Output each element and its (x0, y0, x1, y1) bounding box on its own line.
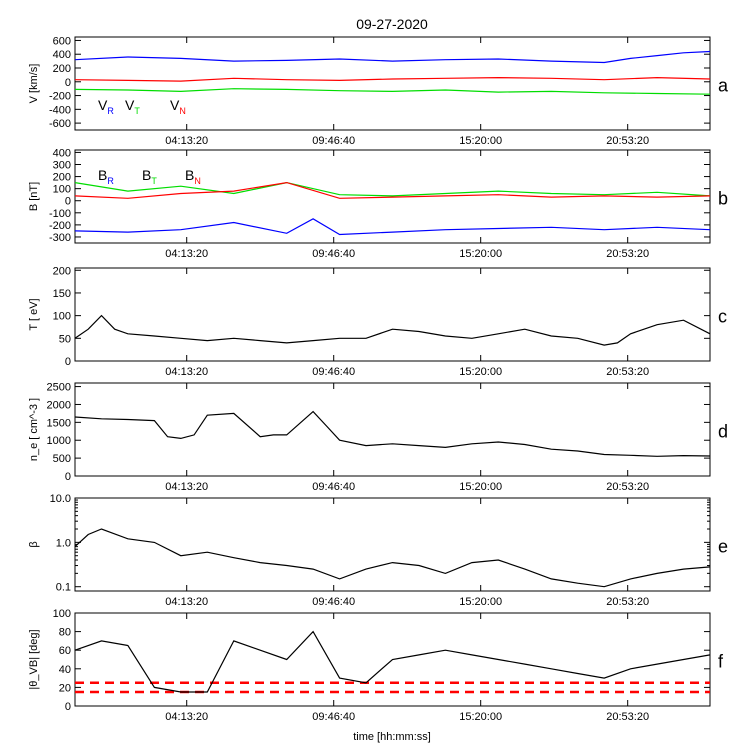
y-tick-label: 400 (53, 49, 71, 61)
x-tick-label: 04:13:20 (165, 135, 208, 147)
y-tick-label: -200 (49, 220, 71, 232)
y-axis-label: β (28, 541, 40, 547)
legend-entry: BT (142, 167, 157, 186)
x-tick-label: 20:53:20 (606, 135, 649, 147)
x-tick-label: 15:20:00 (459, 711, 502, 723)
x-tick-label: 20:53:20 (606, 596, 649, 608)
y-tick-label: 60 (59, 645, 71, 657)
panel-letter: d (718, 422, 728, 442)
series-line-v-n (74, 76, 711, 82)
panel-letter: c (718, 307, 727, 327)
y-axis-label: n_e [ cm^-3 ] (28, 398, 40, 461)
y-tick-label: 80 (59, 627, 71, 639)
y-tick-label: 100 (53, 184, 71, 196)
x-tick-label: 04:13:20 (165, 248, 208, 260)
y-axis-label: V [km/s] (28, 64, 40, 104)
y-tick-label: -600 (49, 118, 71, 130)
y-tick-label: 10.0 (50, 493, 71, 505)
y-tick-label: 0 (65, 356, 71, 368)
y-tick-label: -300 (49, 232, 71, 244)
x-tick-label: 09:46:40 (312, 596, 355, 608)
y-tick-label: 100 (53, 608, 71, 620)
y-tick-label: 400 (53, 147, 71, 159)
x-tick-label: 04:13:20 (165, 711, 208, 723)
multi-panel-chart: 09-27-2020 6004002000-200-400-60004:13:2… (28, 16, 729, 743)
y-tick-label: 600 (53, 35, 71, 47)
legend-entry: VR (98, 97, 114, 116)
x-tick-label: 09:46:40 (312, 366, 355, 378)
y-tick-label: -200 (49, 91, 71, 103)
x-tick-label: 20:53:20 (606, 481, 649, 493)
panel-e: 10.0 1.0 0.1 04:13:20 09:46:40 15:20:00 20:53:… (28, 493, 728, 608)
panel-frame (74, 497, 711, 592)
series-line (74, 410, 711, 457)
panel-letter: f (718, 652, 724, 672)
x-tick-label: 15:20:00 (459, 248, 502, 260)
y-tick-label: 200 (53, 63, 71, 75)
x-tick-label: 15:20:00 (459, 135, 502, 147)
y-tick-label: 100 (53, 311, 71, 323)
y-tick-label: 50 (59, 333, 71, 345)
panel-letter: b (718, 189, 728, 209)
y-tick-label: 1500 (47, 417, 71, 429)
panel-letter: a (718, 76, 729, 96)
y-tick-label: 200 (53, 172, 71, 184)
y-tick-label: 0 (65, 471, 71, 483)
legend-entry: BR (98, 167, 114, 186)
legend-entry: VT (125, 97, 140, 116)
x-tick-label: 04:13:20 (165, 481, 208, 493)
y-tick-label: 300 (53, 159, 71, 171)
y-tick-label: 0 (65, 77, 71, 89)
y-tick-label: 0 (65, 196, 71, 208)
series-line (74, 528, 711, 588)
panel-frame (74, 382, 711, 477)
panel-f: 100 80 60 40 20 0 04:13:20 09:46:40 15:20:00 20:5… (28, 608, 724, 723)
panel-a: 600 400 200 0 -200-400 -600 04:13:20 09:46:40 15… (28, 35, 729, 147)
y-tick-label: 150 (53, 288, 71, 300)
panel-c: 200 150 100 50 0 04:13:20 09:46:40 15:20:00 20:5… (28, 265, 727, 378)
series-line-v-t (74, 88, 711, 95)
y-axis-label: |θ_VB| [deg] (28, 629, 40, 689)
x-tick-label: 09:46:40 (312, 711, 355, 723)
panel-b: 4003002001000-100-200-300 04:13:20 09:46:4… (28, 147, 728, 260)
panel-frame (74, 267, 711, 362)
legend-entry: BN (185, 167, 201, 186)
y-tick-label: 20 (59, 682, 71, 694)
x-tick-label: 09:46:40 (312, 135, 355, 147)
y-tick-label: 2000 (47, 399, 71, 411)
panel-d: 2500 2000 1500 1000 500 0 04:13:20 09:46:40 15:2… (28, 382, 728, 493)
x-tick-label: 15:20:00 (459, 366, 502, 378)
y-tick-label: 0.1 (56, 582, 71, 594)
y-axis-label: T [ eV] (28, 298, 40, 330)
y-tick-label: -100 (49, 208, 71, 220)
y-tick-label: 0 (65, 701, 71, 713)
y-tick-label: 1.0 (56, 537, 71, 549)
y-tick-label: 2500 (47, 382, 71, 394)
series-line-v-r (74, 50, 711, 64)
y-tick-label: 1000 (47, 435, 71, 447)
x-tick-label: 20:53:20 (606, 711, 649, 723)
y-tick-label: 200 (53, 265, 71, 277)
panel-letter: e (718, 537, 728, 557)
y-tick-label: -400 (49, 104, 71, 116)
x-tick-label: 15:20:00 (459, 596, 502, 608)
x-tick-label: 09:46:40 (312, 248, 355, 260)
x-tick-label: 20:53:20 (606, 248, 649, 260)
chart-title: 09-27-2020 (356, 16, 428, 32)
x-tick-label: 04:13:20 (165, 596, 208, 608)
x-tick-label: 15:20:00 (459, 481, 502, 493)
series-line (74, 314, 711, 346)
series-line-b-r (74, 218, 711, 236)
x-tick-label: 09:46:40 (312, 481, 355, 493)
panel-frame (74, 36, 711, 131)
y-tick-label: 40 (59, 664, 71, 676)
legend-entry: VN (170, 97, 186, 116)
x-tick-label: 04:13:20 (165, 366, 208, 378)
x-tick-label: 20:53:20 (606, 366, 649, 378)
y-tick-label: 500 (53, 453, 71, 465)
x-axis-title: time [hh:mm:ss] (353, 731, 431, 743)
y-axis-label: B [nT] (28, 182, 40, 211)
